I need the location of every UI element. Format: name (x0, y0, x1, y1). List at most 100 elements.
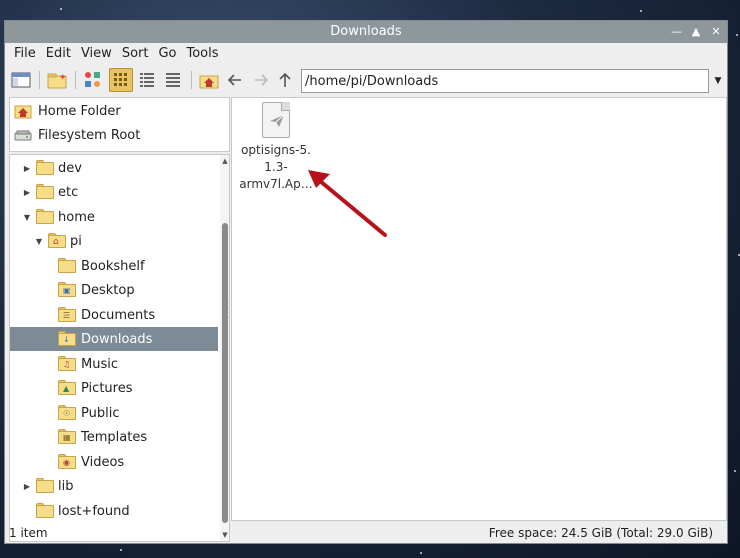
forward-button[interactable] (249, 68, 273, 92)
folder-icon (36, 184, 54, 199)
menu-go[interactable]: Go (153, 43, 181, 65)
collapse-arrow-icon[interactable]: ▼ (22, 213, 32, 222)
toolbar-separator (75, 71, 76, 89)
tree-label: dev (58, 160, 82, 176)
list-view-icon (166, 73, 180, 87)
tree-item-lib[interactable]: ▶ lib (10, 474, 218, 498)
tree-label: Videos (81, 454, 125, 470)
folder-icon (58, 258, 76, 273)
tree-item-lost-found[interactable]: lost+found (10, 499, 218, 523)
tree-label: lost+found (58, 503, 130, 519)
folder-icon (36, 503, 54, 518)
view-list-button[interactable] (161, 68, 185, 92)
expand-arrow-icon[interactable]: ▶ (22, 188, 32, 197)
menu-edit[interactable]: Edit (41, 43, 76, 65)
tree-item-pi[interactable]: ▼ ⌂ pi (10, 229, 218, 253)
tree-item-public[interactable]: ☉ Public (10, 401, 218, 425)
close-icon[interactable]: ✕ (711, 21, 721, 43)
view-compact-button[interactable] (135, 68, 159, 92)
tree-label: home (58, 209, 95, 225)
expand-arrow-icon[interactable]: ▶ (22, 164, 32, 173)
up-button[interactable] (273, 68, 297, 92)
tree-label: Music (81, 356, 118, 372)
tree-label: etc (58, 184, 79, 200)
tree-label: Templates (81, 429, 148, 445)
scrollbar-thumb[interactable] (222, 223, 228, 523)
tree-label: Bookshelf (81, 258, 145, 274)
tree-label: Public (81, 405, 120, 421)
tree-item-templates[interactable]: ▦ Templates (10, 425, 218, 449)
star (640, 10, 642, 12)
tree-item-home[interactable]: ▼ home (10, 205, 218, 229)
status-bar: 1 item Free space: 24.5 GiB (Total: 29.0… (5, 523, 727, 543)
scroll-up-icon[interactable]: ▲ (220, 157, 229, 165)
star (60, 8, 62, 10)
path-input[interactable] (301, 69, 709, 93)
menu-sort[interactable]: Sort (117, 43, 154, 65)
documents-folder-icon: ☰ (58, 307, 76, 322)
paper-plane-icon (270, 114, 285, 127)
toolbar-separator (191, 71, 192, 89)
file-name-line: optisigns-5. (241, 143, 311, 157)
menu-view[interactable]: View (76, 43, 117, 65)
compact-view-icon (140, 73, 154, 87)
tree-item-pictures[interactable]: ▲ Pictures (10, 376, 218, 400)
tree-scrollbar[interactable]: ▲ ▼ (220, 155, 229, 541)
path-dropdown-button[interactable]: ▼ (709, 69, 727, 93)
place-label: Filesystem Root (38, 127, 141, 143)
back-button[interactable] (223, 68, 247, 92)
file-icon (262, 102, 290, 138)
tree-item-downloads[interactable]: ↓ Downloads (10, 327, 218, 351)
videos-folder-icon: ◉ (58, 454, 76, 469)
title-bar[interactable]: Downloads — ▲ ✕ (5, 21, 727, 43)
star (734, 470, 736, 472)
place-filesystem-root[interactable]: Filesystem Root (14, 124, 140, 146)
desktop-folder-icon: ▣ (58, 282, 76, 297)
folder-icon (36, 478, 54, 493)
thumbnail-view-icon (85, 72, 100, 87)
expand-arrow-icon[interactable]: ▶ (22, 482, 32, 491)
minimize-icon[interactable]: — (671, 21, 682, 43)
svg-text:✦: ✦ (59, 73, 67, 83)
view-thumbnail-button[interactable] (81, 68, 105, 92)
tree-item-bookshelf[interactable]: Bookshelf (10, 254, 218, 278)
tree-label: Desktop (81, 282, 135, 298)
tree-item-dev[interactable]: ▶ dev (10, 156, 218, 180)
chevron-down-icon: ▼ (714, 76, 722, 86)
tree-label: Documents (81, 307, 156, 323)
tree-item-videos[interactable]: ◉ Videos (10, 450, 218, 474)
place-label: Home Folder (38, 103, 121, 119)
home-icon (14, 105, 32, 119)
tree-item-etc[interactable]: ▶ etc (10, 180, 218, 204)
star (120, 549, 122, 551)
places-panel: Home Folder Filesystem Root (9, 97, 230, 152)
view-icon-button[interactable] (109, 68, 133, 92)
menu-bar: File Edit View Sort Go Tools (5, 43, 224, 65)
downloads-folder-icon: ↓ (58, 331, 76, 346)
tree-item-documents[interactable]: ☰ Documents (10, 303, 218, 327)
collapse-arrow-icon[interactable]: ▼ (34, 237, 44, 246)
new-folder-button[interactable]: ✦ (45, 68, 69, 92)
tree-item-music[interactable]: ♫ Music (10, 352, 218, 376)
place-home-folder[interactable]: Home Folder (14, 100, 121, 122)
window-icon (11, 72, 31, 88)
menu-tools[interactable]: Tools (182, 43, 224, 65)
home-icon (199, 75, 219, 89)
annotation-arrow-icon (308, 170, 387, 237)
home-button[interactable] (197, 68, 221, 92)
free-space: Free space: 24.5 GiB (Total: 29.0 GiB) (488, 526, 713, 540)
back-arrow-icon (227, 74, 241, 86)
public-folder-icon: ☉ (58, 405, 76, 420)
pictures-folder-icon: ▲ (58, 380, 76, 395)
menu-file[interactable]: File (9, 43, 41, 65)
templates-folder-icon: ▦ (58, 429, 76, 444)
maximize-icon[interactable]: ▲ (691, 21, 701, 43)
tree-label: Downloads (81, 331, 153, 347)
window-controls: — ▲ ✕ (671, 21, 721, 43)
icon-view-icon (114, 73, 127, 86)
file-manager-window: Downloads — ▲ ✕ File Edit View Sort Go T… (4, 20, 728, 544)
new-window-button[interactable] (9, 68, 33, 92)
folder-icon (36, 160, 54, 175)
tree-item-desktop[interactable]: ▣ Desktop (10, 278, 218, 302)
item-count: 1 item (9, 526, 48, 540)
